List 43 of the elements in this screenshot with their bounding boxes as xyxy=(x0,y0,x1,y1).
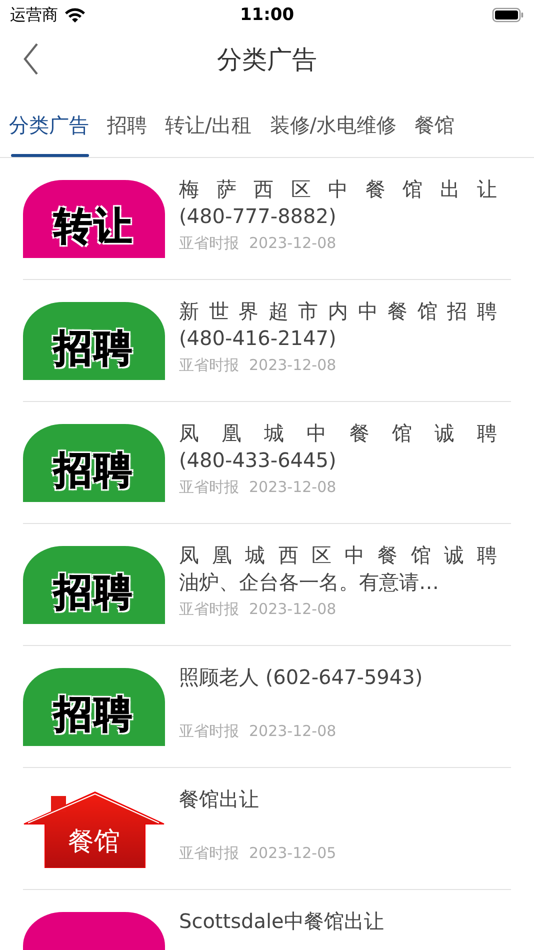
ad-list-item[interactable]: 招聘 新世界超市内中餐馆招聘 (480-416-2147) 亚省时报 2023-12-08 xyxy=(23,280,511,402)
post-date: 2023-12-08 xyxy=(249,478,336,497)
ad-title: 餐馆出让 xyxy=(179,786,260,813)
ad-title: 凤凰城西区中餐馆诚聘 油炉、企台各一名。有意请… xyxy=(179,542,497,596)
ad-list-item[interactable]: 招聘 照顾老人 (602-647-5943) 亚省时报 2023-12-08 xyxy=(23,646,511,768)
ad-list-item[interactable]: 招聘 凤凰城西区中餐馆诚聘 油炉、企台各一名。有意请… 亚省时报 2023-12-08 xyxy=(23,524,511,646)
category-tab[interactable]: 转让/出租 xyxy=(156,90,261,157)
ad-title: Scottsdale中餐馆出让 xyxy=(179,908,385,935)
post-date: 2023-12-08 xyxy=(249,234,336,253)
source-name: 亚省时报 xyxy=(179,478,239,497)
category-tab[interactable]: 餐馆 xyxy=(406,90,464,157)
carrier-name: 运营商 xyxy=(10,4,58,26)
label-thumbnail: 招聘 xyxy=(23,302,165,380)
label-thumbnail: 招聘 xyxy=(23,668,165,746)
label-thumbnail: 转让 xyxy=(23,180,165,258)
source-name: 亚省时报 xyxy=(179,356,239,375)
category-tab[interactable]: 分类广告 xyxy=(0,90,98,157)
battery-icon xyxy=(492,7,524,23)
post-date: 2023-12-08 xyxy=(249,356,336,375)
ad-list-item[interactable]: 转让 梅萨西区中餐馆出让 (480-777-8882) 亚省时报 2023-12-08 xyxy=(23,158,511,280)
ad-title: 梅萨西区中餐馆出让 (480-777-8882) xyxy=(179,176,497,230)
wifi-icon xyxy=(64,7,86,23)
source-name: 亚省时报 xyxy=(179,722,239,741)
back-icon[interactable] xyxy=(21,42,41,76)
post-date: 2023-12-08 xyxy=(249,600,336,619)
ad-list-item[interactable]: Scottsdale中餐馆出让 xyxy=(23,890,511,950)
ad-title: 凤凰城中餐馆诚聘 (480-433-6445) xyxy=(179,420,497,474)
post-date: 2023-12-05 xyxy=(249,844,336,863)
category-tab[interactable]: 招聘 xyxy=(98,90,156,157)
ad-list-item[interactable]: 餐馆 餐馆出让 亚省时报 2023-12-05 xyxy=(23,768,511,890)
clock-time: 11:00 xyxy=(240,5,294,25)
source-name: 亚省时报 xyxy=(179,600,239,619)
label-thumbnail: 招聘 xyxy=(23,546,165,624)
source-name: 亚省时报 xyxy=(179,234,239,253)
ad-title: 新世界超市内中餐馆招聘 (480-416-2147) xyxy=(179,298,497,352)
ad-title: 照顾老人 (602-647-5943) xyxy=(179,664,424,691)
label-thumbnail: 招聘 xyxy=(23,424,165,502)
category-tab[interactable]: 装修/水电维修 xyxy=(260,90,406,157)
house-thumbnail: 餐馆 xyxy=(23,790,165,868)
page-title: 分类广告 xyxy=(217,45,317,74)
ad-list-item[interactable]: 招聘 凤凰城中餐馆诚聘 (480-433-6445) 亚省时报 2023-12-08 xyxy=(23,402,511,524)
post-date: 2023-12-08 xyxy=(249,722,336,741)
source-name: 亚省时报 xyxy=(179,844,239,863)
